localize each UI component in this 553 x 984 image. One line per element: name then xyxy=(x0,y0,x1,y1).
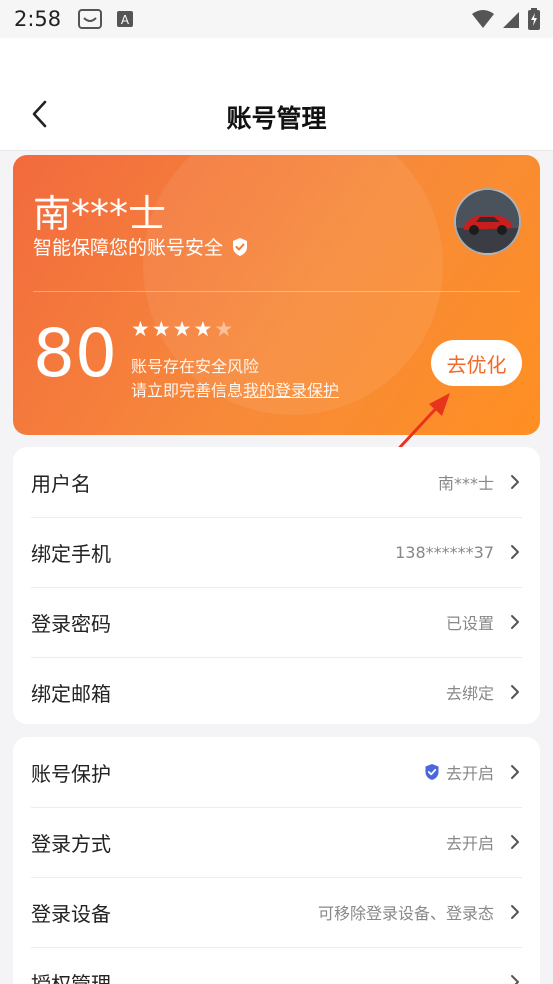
login-method-row[interactable]: 登录方式 去开启 xyxy=(13,807,540,877)
status-notification-icons: A xyxy=(77,8,135,30)
chevron-right-icon xyxy=(508,763,522,781)
nav-bar: 账号管理 xyxy=(0,38,553,151)
page-title: 账号管理 xyxy=(226,104,327,133)
row-label: 绑定邮箱 xyxy=(31,681,111,706)
row-value: 可移除登录设备、登录态 xyxy=(317,904,494,923)
wifi-icon xyxy=(472,10,494,28)
chevron-right-icon xyxy=(508,903,522,921)
notification-app-icon xyxy=(78,9,103,29)
hero-divider xyxy=(33,291,520,292)
row-value: 138******37 xyxy=(395,542,494,562)
rating-stars: ★ ★ ★ ★ ★ xyxy=(131,319,233,340)
row-label: 授权管理 xyxy=(31,971,111,984)
star-icon: ★ xyxy=(214,317,234,341)
status-bar: 2:58 A xyxy=(0,0,553,38)
account-info-card: 用户名 南***士 绑定手机 138******37 登录密码 已设置 绑定邮箱… xyxy=(13,447,540,724)
row-value: 去绑定 xyxy=(445,684,494,703)
chevron-right-icon xyxy=(508,683,522,701)
notification-a-icon: A xyxy=(117,11,134,27)
authorization-management-row[interactable]: 授权管理 xyxy=(13,947,540,984)
risk-advice-text: 请立即完善信息 xyxy=(131,381,244,400)
row-value: 已设置 xyxy=(445,614,494,633)
row-value: 去开启 xyxy=(445,764,494,783)
security-slogan-text: 智能保障您的账号安全 xyxy=(33,237,224,259)
chevron-right-icon xyxy=(508,613,522,631)
bind-phone-row[interactable]: 绑定手机 138******37 xyxy=(13,517,540,587)
signal-icon xyxy=(503,12,519,28)
row-label: 登录密码 xyxy=(31,611,111,636)
star-icon: ★ xyxy=(172,317,192,341)
login-protection-link[interactable]: 我的登录保护 xyxy=(243,381,339,400)
row-label: 登录设备 xyxy=(31,901,111,926)
row-value: 去开启 xyxy=(445,834,494,853)
optimize-button[interactable]: 去优化 xyxy=(431,340,522,386)
risk-message: 账号存在安全风险 xyxy=(131,357,260,376)
login-password-row[interactable]: 登录密码 已设置 xyxy=(13,587,540,657)
chevron-right-icon xyxy=(508,833,522,851)
login-devices-row[interactable]: 登录设备 可移除登录设备、登录态 xyxy=(13,877,540,947)
row-label: 用户名 xyxy=(31,471,91,496)
row-label: 账号保护 xyxy=(31,761,111,786)
battery-icon xyxy=(528,8,540,30)
bind-email-row[interactable]: 绑定邮箱 去绑定 xyxy=(13,657,540,724)
user-display-name: 南***士 xyxy=(33,192,167,236)
star-icon: ★ xyxy=(193,317,213,341)
chevron-right-icon xyxy=(508,973,522,984)
svg-text:A: A xyxy=(121,13,130,27)
row-label: 登录方式 xyxy=(31,831,111,856)
star-icon: ★ xyxy=(131,317,150,341)
row-label: 绑定手机 xyxy=(31,541,111,566)
status-time: 2:58 xyxy=(14,7,62,31)
username-row[interactable]: 用户名 南***士 xyxy=(13,447,540,517)
avatar[interactable] xyxy=(454,188,521,255)
account-protection-row[interactable]: 账号保护 去开启 xyxy=(13,737,540,807)
account-security-card: 南***士 智能保障您的账号安全 80 ★ ★ ★ ★ ★ 账号存在安全风险 请… xyxy=(13,155,540,435)
shield-check-icon xyxy=(233,237,248,256)
star-icon: ★ xyxy=(151,317,171,341)
security-settings-card: 账号保护 去开启 登录方式 去开启 登录设备 可移除登录设备、登录态 授权管理 xyxy=(13,737,540,984)
security-slogan: 智能保障您的账号安全 xyxy=(33,233,249,260)
shield-check-icon xyxy=(425,764,439,780)
car-avatar-image xyxy=(456,190,519,253)
security-score: 80 xyxy=(33,315,117,392)
chevron-right-icon xyxy=(508,473,522,491)
chevron-right-icon xyxy=(508,543,522,561)
risk-advice: 请立即完善信息我的登录保护 xyxy=(131,377,339,401)
row-value: 南***士 xyxy=(437,474,494,493)
